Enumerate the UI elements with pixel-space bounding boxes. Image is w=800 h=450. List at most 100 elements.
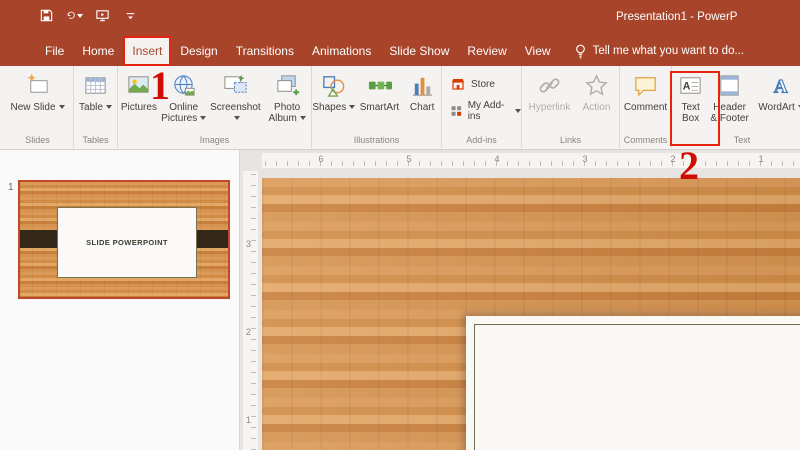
undo-button[interactable] bbox=[66, 7, 83, 24]
screenshot-icon bbox=[222, 70, 249, 100]
button-label: Store bbox=[471, 78, 495, 90]
dropdown-caret-icon bbox=[349, 105, 356, 110]
table-icon bbox=[82, 70, 109, 100]
photo-album-icon bbox=[274, 70, 301, 100]
store-icon bbox=[452, 79, 464, 90]
tell-me-box[interactable]: Tell me what you want to do... bbox=[566, 36, 753, 66]
hyperlink-button[interactable]: Hyperlink bbox=[524, 66, 576, 113]
lightbulb-icon bbox=[575, 44, 585, 59]
annotation-step-2: 2 bbox=[679, 143, 699, 188]
button-label: Shapes bbox=[312, 102, 347, 113]
tab-transitions[interactable]: Transitions bbox=[227, 36, 303, 66]
smartart-button[interactable]: SmartArt bbox=[356, 66, 404, 113]
dropdown-caret-icon bbox=[299, 116, 306, 121]
placeholder-border-frame bbox=[474, 324, 800, 450]
group-name-slides: Slides bbox=[25, 135, 50, 145]
slide-content-placeholder[interactable] bbox=[466, 316, 800, 450]
start-slideshow-button[interactable] bbox=[94, 7, 111, 24]
tab-slide-show[interactable]: Slide Show bbox=[380, 36, 458, 66]
ruler-number: 2 bbox=[246, 327, 252, 337]
table-button[interactable]: Table bbox=[76, 66, 116, 113]
photo-album-button[interactable]: Photo Album bbox=[263, 66, 311, 124]
annotation-box-text-box bbox=[670, 71, 720, 146]
annotation-step-1: 1 bbox=[150, 63, 170, 108]
thumbnail-text-box: SLIDE POWERPOINT bbox=[57, 207, 197, 278]
comment-button[interactable]: Comment bbox=[622, 66, 670, 113]
tab-design[interactable]: Design bbox=[171, 36, 226, 66]
dropdown-caret-icon bbox=[58, 105, 65, 110]
ribbon-group-slides: New Slide Slides bbox=[2, 66, 74, 148]
ruler-number: 1 bbox=[246, 415, 252, 425]
button-label: My Add-ins bbox=[467, 100, 505, 122]
action-star-icon bbox=[583, 70, 610, 100]
tell-me-label: Tell me what you want to do... bbox=[592, 45, 745, 57]
button-label: Comment bbox=[623, 102, 668, 113]
vertical-ruler: 3 2 1 bbox=[243, 171, 258, 450]
ribbon-group-add-ins: Store My Add-ins Add-ins bbox=[442, 66, 522, 148]
button-label: SmartArt bbox=[359, 102, 400, 113]
tab-view[interactable]: View bbox=[516, 36, 560, 66]
slide-thumbnails-panel: 1 SLIDE POWERPOINT bbox=[0, 150, 240, 450]
button-label: Action bbox=[582, 102, 611, 113]
comment-icon bbox=[632, 70, 659, 100]
ruler-number: 5 bbox=[406, 154, 412, 164]
horizontal-ruler: 6 5 4 3 2 1 bbox=[262, 153, 800, 168]
button-label: WordArt bbox=[758, 102, 795, 113]
screenshot-button[interactable]: Screenshot bbox=[208, 66, 264, 124]
group-name-add-ins: Add-ins bbox=[466, 135, 497, 145]
ribbon-group-links: Hyperlink Action Links bbox=[522, 66, 620, 148]
ribbon-group-images: Pictures Online Pictures Screenshot Phot… bbox=[118, 66, 312, 148]
smartart-icon bbox=[366, 70, 393, 100]
tab-animations[interactable]: Animations bbox=[303, 36, 380, 66]
wordart-button[interactable]: A WordArt bbox=[750, 66, 800, 113]
group-name-links: Links bbox=[559, 135, 581, 145]
title-bar: Presentation1 - PowerP File Home Insert … bbox=[0, 0, 800, 66]
ruler-number: 4 bbox=[494, 154, 500, 164]
group-name-comments: Comments bbox=[623, 135, 668, 145]
my-add-ins-button[interactable]: My Add-ins bbox=[450, 100, 521, 122]
ruler-number: 3 bbox=[582, 154, 588, 164]
action-button[interactable]: Action bbox=[576, 66, 618, 113]
dropdown-caret-icon bbox=[233, 116, 240, 121]
store-button[interactable]: Store bbox=[450, 76, 495, 92]
shapes-button[interactable]: Shapes bbox=[312, 66, 356, 113]
ribbon-tabs: File Home Insert Design Transitions Anim… bbox=[36, 36, 752, 66]
slide-canvas[interactable] bbox=[262, 171, 800, 450]
button-label: Photo Album bbox=[268, 102, 301, 124]
wordart-icon: A bbox=[768, 70, 795, 100]
ruler-number: 1 bbox=[758, 154, 764, 164]
ruler-number: 3 bbox=[246, 239, 252, 249]
ruler-number: 2 bbox=[670, 154, 676, 164]
ribbon-group-comments: Comment Comments bbox=[620, 66, 672, 148]
tab-file[interactable]: File bbox=[36, 36, 73, 66]
new-slide-icon bbox=[24, 70, 51, 100]
thumbnail-text: SLIDE POWERPOINT bbox=[86, 238, 168, 247]
hyperlink-icon bbox=[536, 70, 563, 100]
chart-button[interactable]: Chart bbox=[403, 66, 441, 113]
group-name-tables: Tables bbox=[82, 135, 109, 145]
slide-surface[interactable] bbox=[262, 178, 800, 450]
group-name-images: Images bbox=[199, 135, 230, 145]
customize-qat-button[interactable] bbox=[122, 7, 139, 24]
ruler-number: 6 bbox=[318, 154, 324, 164]
new-slide-button[interactable]: New Slide bbox=[9, 66, 67, 113]
button-label: Chart bbox=[409, 102, 435, 113]
save-button[interactable] bbox=[38, 7, 55, 24]
button-label: New Slide bbox=[10, 102, 56, 113]
dropdown-caret-icon bbox=[200, 116, 207, 121]
svg-text:A: A bbox=[773, 76, 787, 97]
quick-access-toolbar bbox=[38, 7, 139, 24]
undo-dropdown-caret-icon[interactable] bbox=[77, 13, 83, 18]
button-label: Screenshot bbox=[210, 102, 261, 113]
shapes-icon bbox=[320, 70, 347, 100]
powerpoint-window: Presentation1 - PowerP File Home Insert … bbox=[0, 0, 800, 450]
tab-insert[interactable]: Insert bbox=[123, 36, 172, 66]
slide-thumbnail[interactable]: SLIDE POWERPOINT bbox=[18, 180, 230, 299]
tab-home[interactable]: Home bbox=[73, 36, 123, 66]
group-name-illustrations: Illustrations bbox=[353, 135, 400, 145]
tab-review[interactable]: Review bbox=[458, 36, 515, 66]
chart-icon bbox=[409, 70, 436, 100]
my-add-ins-icon bbox=[451, 106, 462, 116]
ribbon-group-tables: Table Tables bbox=[74, 66, 118, 148]
pictures-icon bbox=[125, 70, 152, 100]
